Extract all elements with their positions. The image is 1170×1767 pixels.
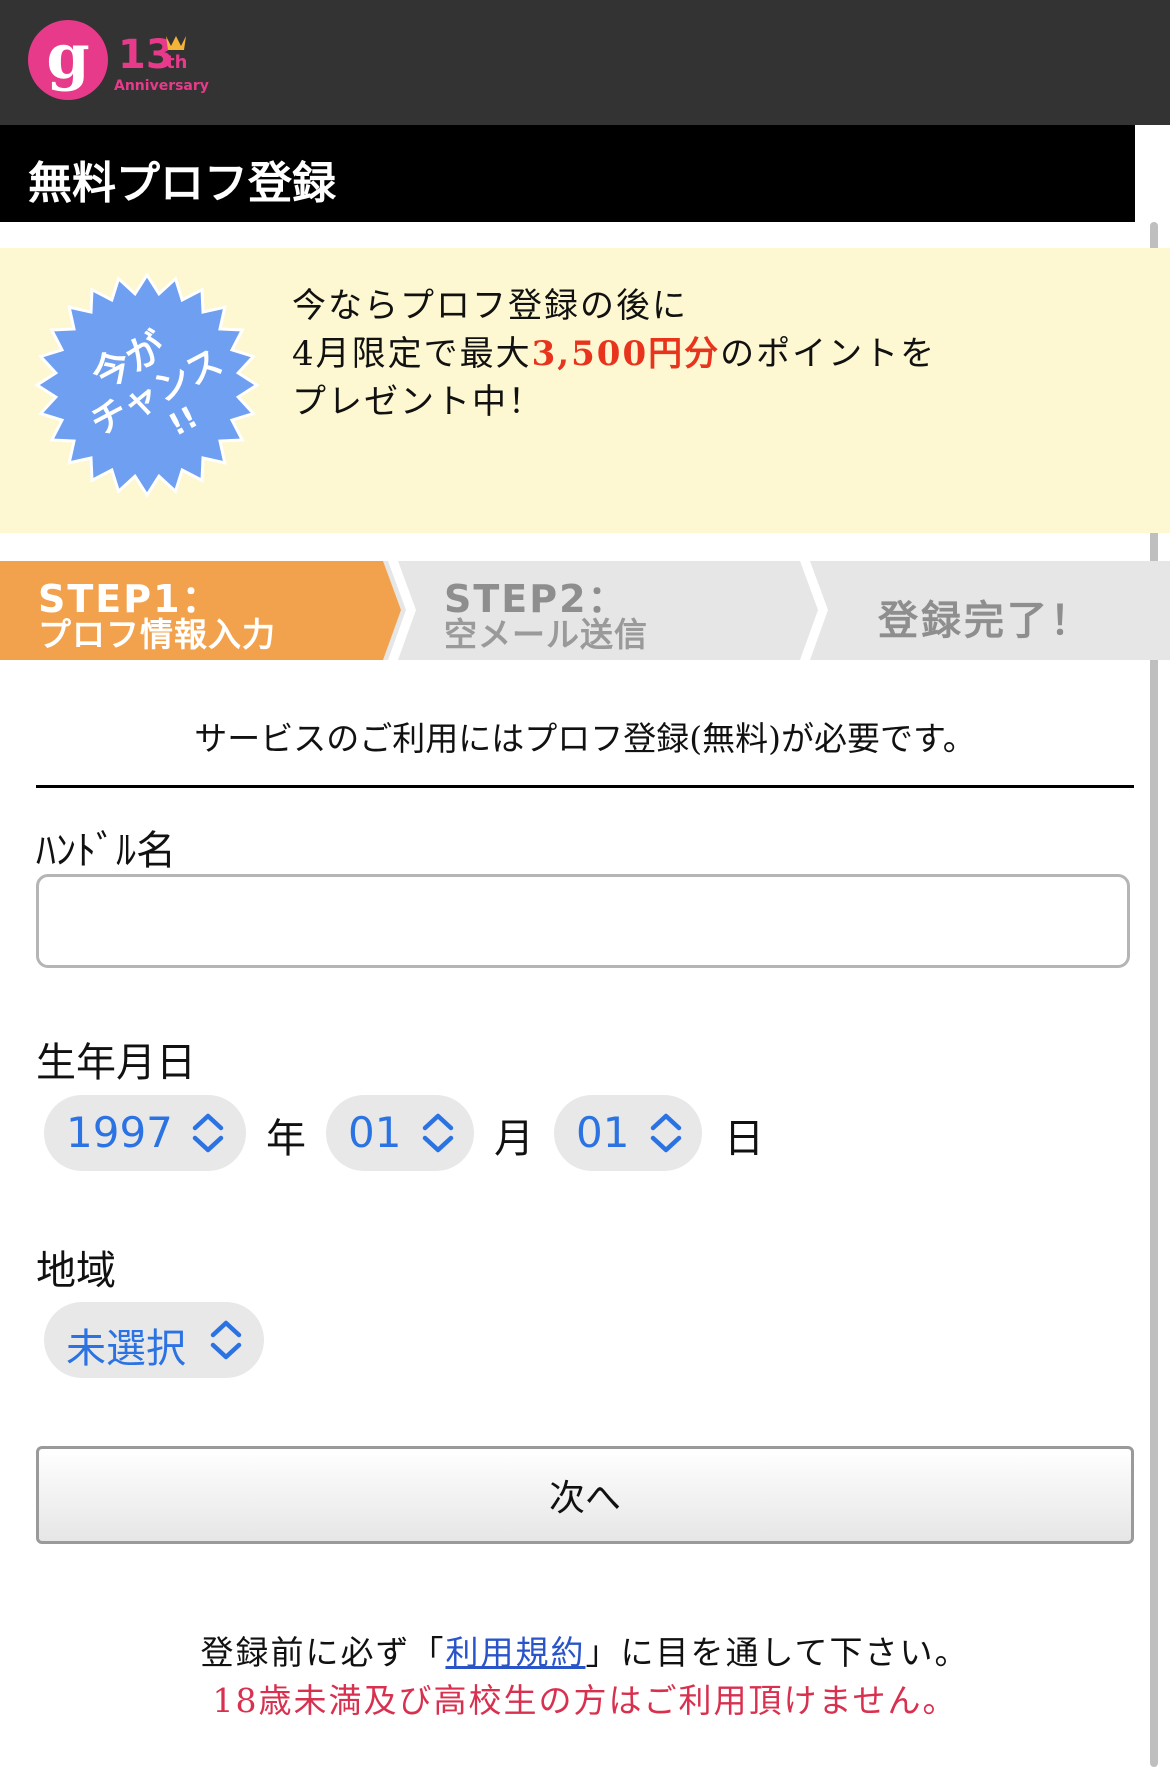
day-unit: 日 bbox=[724, 1116, 764, 1162]
age-restriction-notice: 18歳未満及び高校生の方はご利用頂けません。 bbox=[212, 1681, 958, 1720]
step2-subtitle: 空メール送信 bbox=[444, 615, 648, 654]
region-value: 未選択 bbox=[66, 1326, 186, 1372]
page-title: 無料プロフ登録 bbox=[28, 158, 336, 209]
campaign-line2-pre: 4月限定で最大 bbox=[292, 334, 532, 374]
birth-day-value: 01 bbox=[576, 1108, 630, 1157]
birth-month-select[interactable]: 01 bbox=[326, 1095, 474, 1171]
terms-notice: 登録前に必ず「利用規約」に目を通して下さい。 bbox=[0, 1626, 1170, 1674]
birth-year-select[interactable]: 1997 bbox=[44, 1095, 246, 1171]
terms-notice-post: 」に目を通して下さい。 bbox=[585, 1633, 970, 1672]
handle-label: ﾊﾝﾄﾞﾙ名 bbox=[36, 828, 176, 874]
terms-notice-pre: 登録前に必ず「 bbox=[200, 1633, 446, 1672]
campaign-line2: 4月限定で最大3,500円分のポイントを bbox=[292, 330, 936, 378]
month-unit: 月 bbox=[494, 1116, 534, 1162]
site-logo[interactable]: g 13 th Anniversary bbox=[26, 18, 216, 102]
year-unit: 年 bbox=[266, 1116, 306, 1162]
registration-notice: サービスのご利用にはプロフ登録(無料)が必要です。 bbox=[194, 719, 976, 758]
terms-link[interactable]: 利用規約 bbox=[445, 1633, 585, 1672]
birthdate-label: 生年月日 bbox=[36, 1040, 196, 1086]
birth-day-select[interactable]: 01 bbox=[554, 1095, 702, 1171]
chevron-updown-icon bbox=[650, 1113, 682, 1153]
campaign-line1: 今ならプロフ登録の後に bbox=[292, 286, 688, 326]
logo-letter: g bbox=[46, 20, 89, 93]
campaign-line2-post: のポイントを bbox=[720, 334, 937, 374]
region-label: 地域 bbox=[36, 1248, 116, 1294]
campaign-line3: プレゼント中！ bbox=[292, 382, 544, 422]
chevron-updown-icon bbox=[210, 1320, 242, 1360]
birth-year-value: 1997 bbox=[66, 1108, 173, 1157]
divider bbox=[36, 785, 1134, 788]
logo-anniversary-label: Anniversary bbox=[114, 78, 209, 94]
handle-input[interactable] bbox=[36, 874, 1130, 968]
next-button[interactable]: 次へ bbox=[36, 1446, 1134, 1544]
region-select[interactable]: 未選択 bbox=[44, 1302, 264, 1378]
logo-anniversary-suffix: th bbox=[166, 52, 187, 73]
chevron-updown-icon bbox=[192, 1113, 224, 1153]
chevron-updown-icon bbox=[422, 1113, 454, 1153]
step3-title: 登録完了！ bbox=[878, 598, 1093, 644]
birth-month-value: 01 bbox=[348, 1108, 402, 1157]
step1-subtitle: プロフ情報入力 bbox=[38, 615, 276, 654]
chance-badge: 今が チャンス !! bbox=[34, 272, 260, 498]
page-title-bar: 無料プロフ登録 bbox=[0, 125, 1135, 222]
campaign-highlight: 3,500円分 bbox=[531, 334, 721, 374]
campaign-text: 今ならプロフ登録の後に 4月限定で最大3,500円分のポイントを プレゼント中！ bbox=[292, 282, 936, 426]
